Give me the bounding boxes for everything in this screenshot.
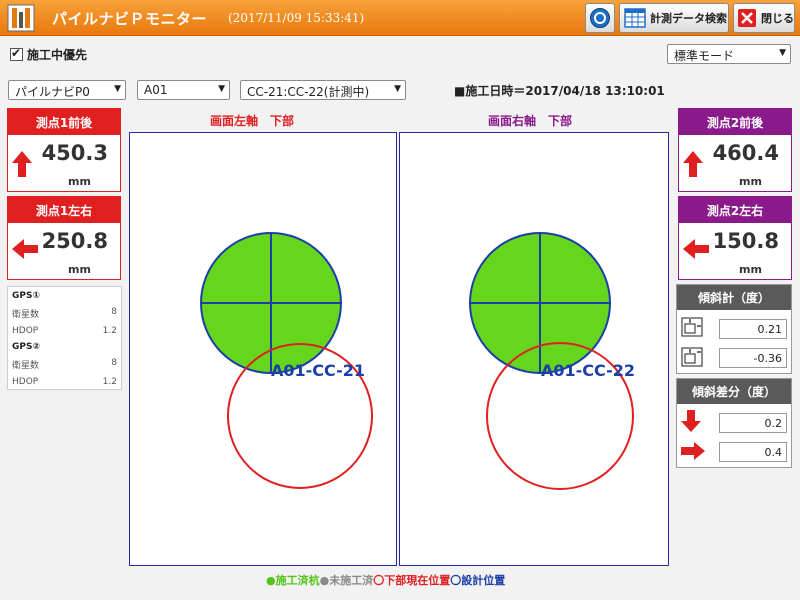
search-data-button[interactable]: 計測データ検索 bbox=[619, 3, 729, 33]
left-plot-title: 画面左軸 下部 bbox=[210, 114, 295, 128]
mode-select-value: 標準モード bbox=[674, 49, 735, 63]
legend-design-position: 〇設計位置 bbox=[450, 574, 506, 587]
inclination-diff-panel: 傾斜差分（度） 0.2 0.4 bbox=[676, 378, 792, 468]
pile-label: A01-CC-21 bbox=[271, 361, 366, 380]
card-value: 250.8 bbox=[41, 229, 108, 253]
close-x-icon bbox=[738, 9, 756, 27]
gps1-satellites-value: 8 bbox=[111, 307, 117, 317]
card-title: 測点1前後 bbox=[8, 109, 120, 135]
tilt-sensor-icon bbox=[681, 317, 703, 337]
gps1-satellites-label: 衛星数 bbox=[12, 310, 40, 320]
inclinometer-row-2 bbox=[681, 347, 703, 367]
point2-left-right-card: 測点2左右 150.8 mm bbox=[678, 196, 792, 280]
pile-select[interactable]: CC-21:CC-22(計測中) ▼ bbox=[240, 80, 406, 100]
right-plot-title: 画面右軸 下部 bbox=[488, 114, 573, 128]
gps2-satellites-row: 衛星数 8 bbox=[12, 358, 117, 371]
chevron-down-icon: ▼ bbox=[394, 84, 401, 94]
gps1-hdop-row: HDOP 1.2 bbox=[12, 326, 117, 336]
inclinometer-row-1 bbox=[681, 317, 703, 337]
pile-label: A01-CC-22 bbox=[541, 361, 636, 380]
card-unit: mm bbox=[68, 263, 91, 276]
point1-left-right-card: 測点1左右 250.8 mm bbox=[7, 196, 121, 280]
arrow-left-icon bbox=[12, 239, 38, 259]
close-button[interactable]: 閉じる bbox=[733, 3, 795, 33]
search-data-label: 計測データ検索 bbox=[650, 12, 727, 25]
card-title: 測点1左右 bbox=[8, 197, 120, 223]
arrow-up-icon bbox=[683, 151, 703, 177]
gps-status-panel: GPS① 衛星数 8 HDOP 1.2 GPS② 衛星数 8 HDOP 1.2 bbox=[7, 286, 122, 390]
inclinometer-title: 傾斜計（度） bbox=[677, 285, 791, 310]
inclination-diff-row-2 bbox=[681, 441, 705, 461]
priority-checkbox-label: 施工中優先 bbox=[27, 48, 88, 62]
gps1-satellites-row: 衛星数 8 bbox=[12, 307, 117, 320]
priority-checkbox[interactable] bbox=[10, 46, 23, 61]
card-value: 460.4 bbox=[712, 141, 779, 165]
close-label: 閉じる bbox=[761, 12, 794, 25]
inclinometer-panel: 傾斜計（度） 0.21 -0.36 bbox=[676, 284, 792, 374]
device-select[interactable]: パイルナビP0 ▼ bbox=[8, 80, 126, 100]
gps2-hdop-row: HDOP 1.2 bbox=[12, 377, 117, 387]
tilt-sensor-icon bbox=[681, 347, 703, 367]
inclinometer-value-1: 0.21 bbox=[719, 319, 787, 339]
inclination-diff-title: 傾斜差分（度） bbox=[677, 379, 791, 404]
arrow-left-icon bbox=[683, 239, 709, 259]
inclinometer-value-2: -0.36 bbox=[719, 348, 787, 368]
chevron-down-icon: ▼ bbox=[218, 84, 225, 94]
chevron-down-icon: ▼ bbox=[114, 84, 121, 94]
right-plot-area[interactable]: A01-CC-22 bbox=[399, 132, 669, 566]
point1-front-back-card: 測点1前後 450.3 mm bbox=[7, 108, 121, 192]
card-value: 150.8 bbox=[712, 229, 779, 253]
target-circle-icon bbox=[590, 8, 610, 28]
card-title: 測点2左右 bbox=[679, 197, 791, 223]
device-select-value: パイルナビP0 bbox=[15, 85, 90, 99]
legend-not-done: ●未施工済 bbox=[319, 574, 374, 587]
inclination-diff-value-1: 0.2 bbox=[719, 413, 787, 433]
plot-legend: ●施工済杭●未施工済〇下部現在位置〇設計位置 bbox=[266, 572, 505, 588]
header-datetime: (2017/11/09 15:33:41) bbox=[228, 11, 365, 25]
arrow-up-icon bbox=[12, 151, 32, 177]
right-plot-canvas bbox=[469, 232, 634, 490]
gps2-satellites-label: 衛星数 bbox=[12, 361, 40, 371]
inclination-diff-value-2: 0.4 bbox=[719, 442, 787, 462]
gps2-hdop-value: 1.2 bbox=[102, 377, 117, 387]
calendar-grid-icon bbox=[624, 8, 646, 28]
point2-front-back-card: 測点2前後 460.4 mm bbox=[678, 108, 792, 192]
gps1-title: GPS① bbox=[12, 291, 41, 301]
title-bar: パイルナビＰモニター (2017/11/09 15:33:41) 計測データ検索… bbox=[0, 0, 800, 36]
gps2-satellites-value: 8 bbox=[111, 358, 117, 368]
app-icon bbox=[7, 4, 35, 32]
pile-group-select[interactable]: A01 ▼ bbox=[137, 80, 230, 100]
mode-select[interactable]: 標準モード ▼ bbox=[667, 44, 791, 64]
arrow-down-icon bbox=[681, 410, 701, 432]
card-unit: mm bbox=[739, 175, 762, 188]
target-button[interactable] bbox=[585, 3, 615, 33]
app-title: パイルナビＰモニター bbox=[52, 10, 208, 28]
legend-current-position: 〇下部現在位置 bbox=[373, 574, 451, 587]
left-plot-area[interactable]: A01-CC-21 bbox=[129, 132, 397, 566]
left-plot-canvas bbox=[200, 232, 373, 489]
execution-datetime: ■施工日時＝2017/04/18 13:10:01 bbox=[454, 84, 665, 98]
pile-group-select-value: A01 bbox=[144, 83, 168, 97]
priority-checkbox-row[interactable]: 施工中優先 bbox=[10, 46, 87, 63]
card-unit: mm bbox=[68, 175, 91, 188]
gps1-hdop-label: HDOP bbox=[12, 326, 39, 336]
gps2-title: GPS② bbox=[12, 342, 41, 352]
arrow-right-icon bbox=[681, 442, 705, 460]
inclination-diff-row-1 bbox=[681, 410, 701, 432]
legend-done: ●施工済杭 bbox=[266, 574, 320, 587]
pile-select-value: CC-21:CC-22(計測中) bbox=[247, 85, 370, 99]
chevron-down-icon: ▼ bbox=[779, 48, 786, 58]
gps1-hdop-value: 1.2 bbox=[102, 326, 117, 336]
card-value: 450.3 bbox=[41, 141, 108, 165]
card-title: 測点2前後 bbox=[679, 109, 791, 135]
gps2-hdop-label: HDOP bbox=[12, 377, 39, 387]
card-unit: mm bbox=[739, 263, 762, 276]
